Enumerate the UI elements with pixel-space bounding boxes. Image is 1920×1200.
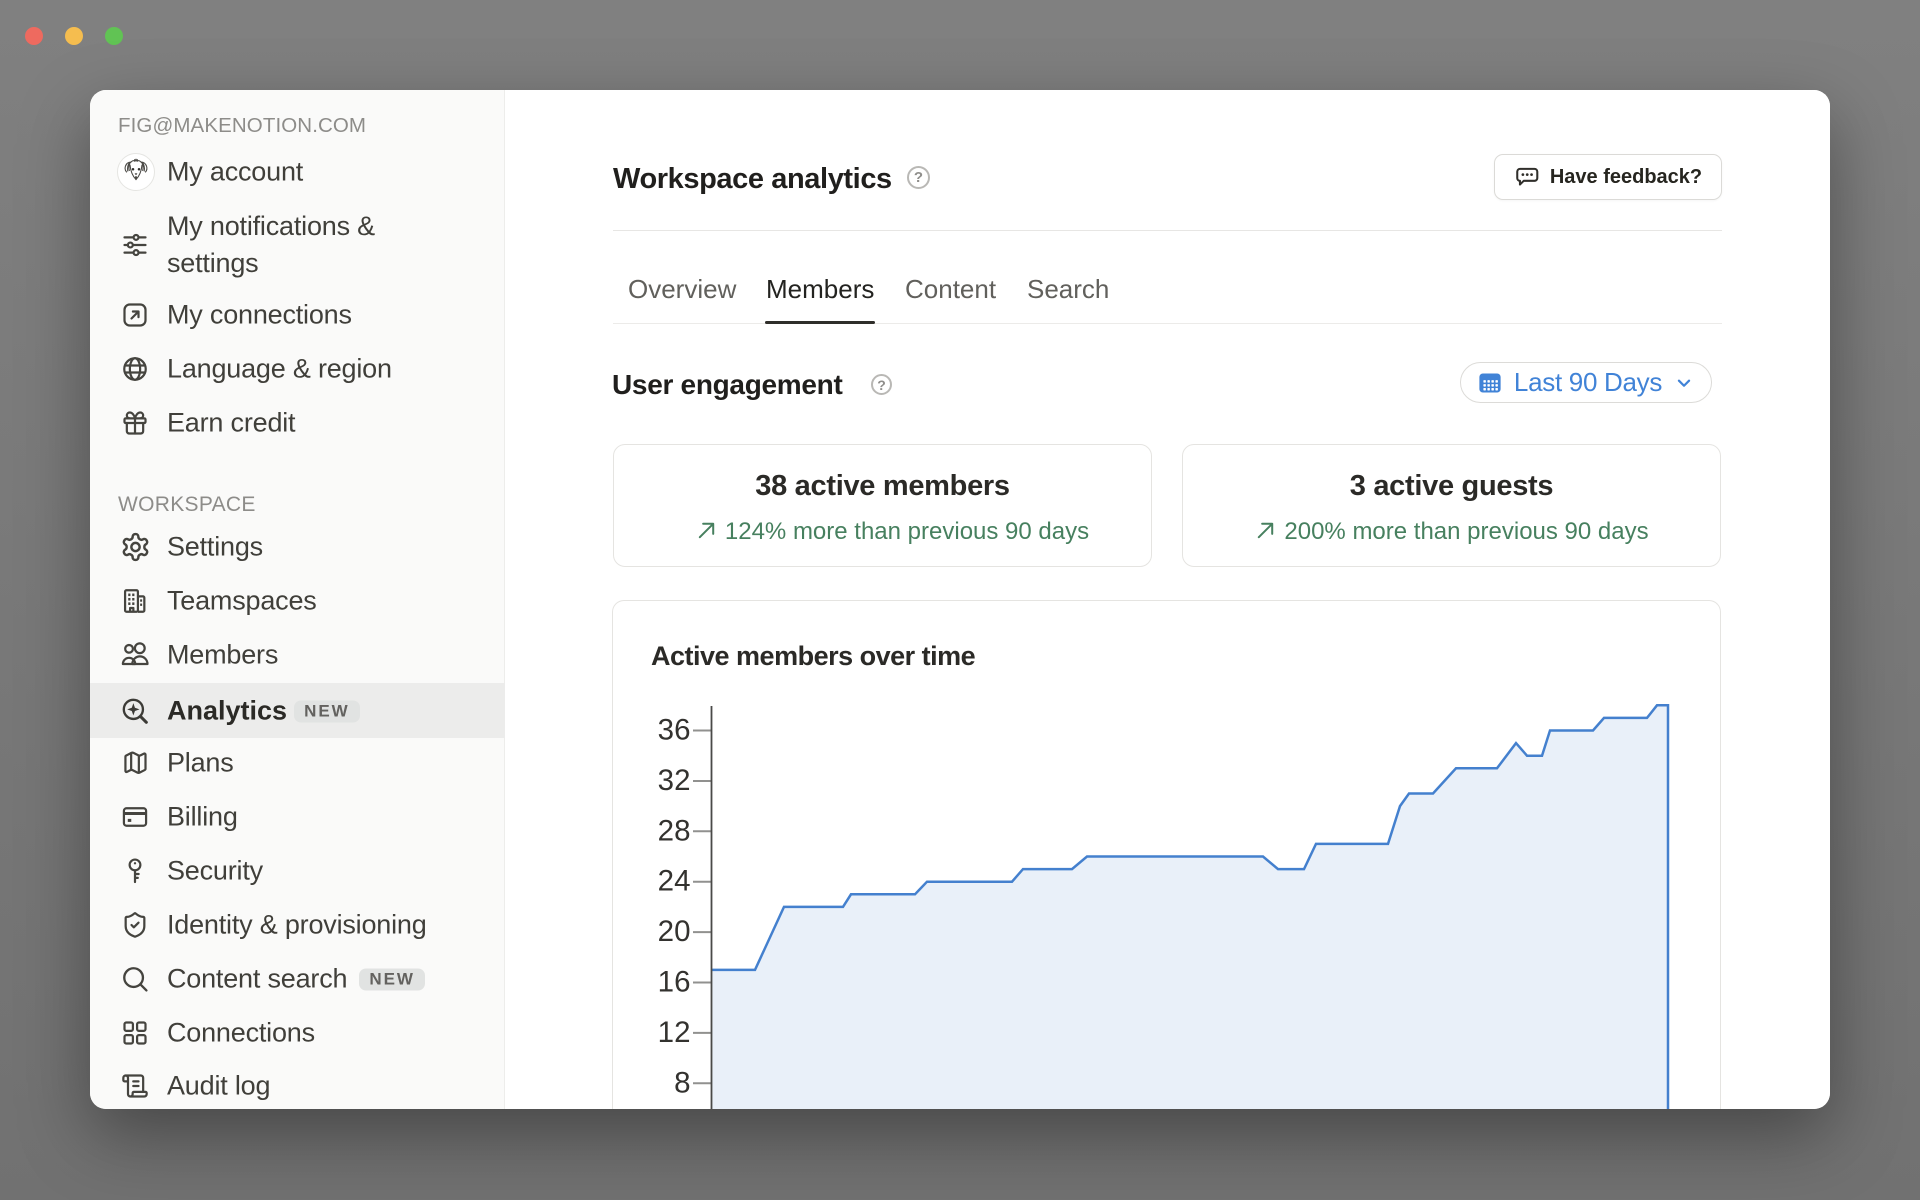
- svg-text:32: 32: [658, 764, 691, 797]
- svg-text:20: 20: [658, 915, 691, 948]
- svg-text:24: 24: [658, 865, 691, 898]
- svg-text:12: 12: [658, 1016, 691, 1049]
- svg-text:16: 16: [658, 966, 691, 999]
- svg-text:36: 36: [658, 714, 691, 747]
- svg-text:8: 8: [674, 1066, 690, 1099]
- svg-text:28: 28: [658, 814, 691, 847]
